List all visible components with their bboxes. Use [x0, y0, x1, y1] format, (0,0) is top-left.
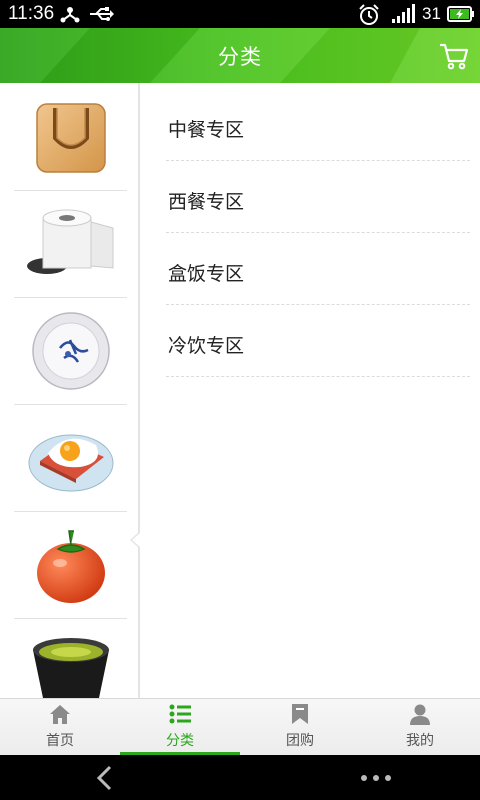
category-label: 中餐专区	[168, 119, 245, 141]
tab-home[interactable]: 首页	[0, 699, 120, 756]
user-icon	[410, 704, 430, 725]
app-header: 分类	[0, 28, 480, 83]
tab-label: 首页	[46, 733, 74, 749]
tab-label: 团购	[286, 733, 314, 749]
cart-icon[interactable]	[438, 40, 470, 72]
sidebar-item-tomato[interactable]	[14, 511, 127, 619]
bookmark-icon	[292, 704, 308, 724]
tab-category[interactable]: 分类	[120, 699, 240, 756]
back-icon[interactable]	[94, 765, 116, 791]
category-sidebar	[0, 83, 140, 698]
signal-icon	[392, 4, 415, 23]
green-tea-bowl-icon	[32, 637, 109, 698]
list-icon	[169, 704, 191, 724]
usb-icon	[90, 7, 114, 21]
porcelain-plate-icon	[31, 311, 110, 390]
battery-level: 31	[422, 4, 441, 23]
menu-dots-icon[interactable]	[360, 773, 392, 783]
tab-group-buy[interactable]: 团购	[240, 699, 360, 756]
system-nav-bar	[0, 755, 480, 800]
status-time: 11:36	[8, 3, 55, 24]
fried-egg-toast-icon	[28, 434, 113, 491]
sidebar-item-fried-egg[interactable]	[14, 404, 127, 512]
home-icon	[50, 705, 70, 724]
sidebar-item-plate[interactable]	[14, 297, 127, 405]
category-label: 冷饮专区	[168, 335, 245, 357]
category-item[interactable]: 中餐专区	[166, 88, 470, 161]
page-title: 分类	[218, 45, 262, 69]
shopping-bag-icon	[35, 102, 106, 173]
tab-label: 我的	[406, 733, 434, 749]
tab-label: 分类	[166, 733, 194, 749]
sidebar-item-toilet-paper[interactable]	[14, 190, 127, 298]
category-list: 中餐专区 西餐专区 盒饭专区 冷饮专区	[140, 83, 480, 698]
sidebar-item-shopping-bag[interactable]	[14, 83, 127, 191]
bottom-tab-bar: 首页 分类 团购 我的	[0, 698, 480, 756]
tomato-icon	[36, 529, 105, 603]
category-item[interactable]: 冷饮专区	[166, 304, 470, 377]
toilet-paper-icon	[26, 209, 113, 274]
tab-mine[interactable]: 我的	[360, 699, 480, 756]
category-label: 盒饭专区	[168, 263, 245, 285]
battery-charging-icon	[447, 6, 474, 22]
usb-tether-icon	[60, 7, 80, 23]
category-item[interactable]: 盒饭专区	[166, 232, 470, 305]
sidebar-item-tea[interactable]	[14, 618, 127, 698]
category-label: 西餐专区	[168, 191, 245, 213]
category-item[interactable]: 西餐专区	[166, 160, 470, 233]
alarm-icon	[359, 4, 379, 25]
status-bar: 11:36 31	[0, 0, 480, 28]
